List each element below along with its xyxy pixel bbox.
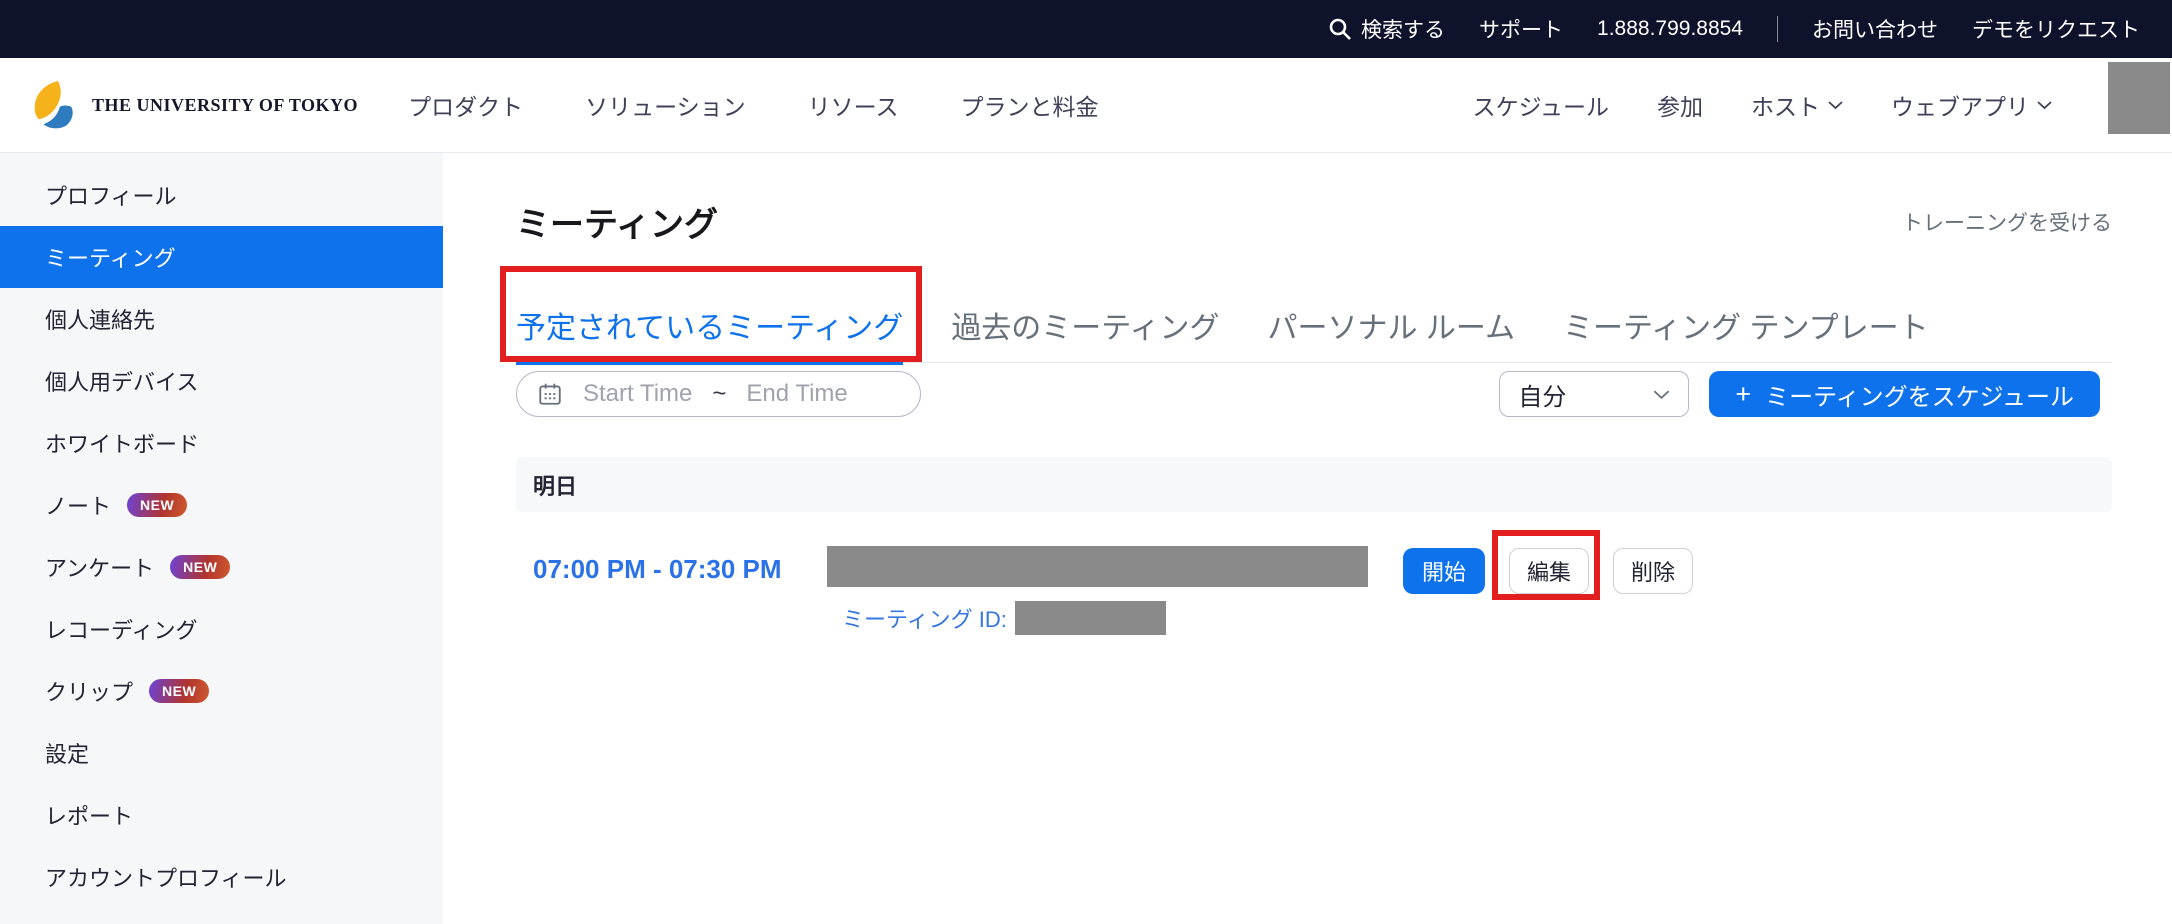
start-meeting-button[interactable]: 開始 bbox=[1403, 548, 1485, 594]
sidebar-item-recordings[interactable]: レコーディング bbox=[0, 598, 443, 660]
calendar-icon bbox=[537, 381, 563, 407]
tab-upcoming-meetings[interactable]: 予定されているミーティング bbox=[516, 303, 903, 365]
nav-item-join[interactable]: 参加 bbox=[1657, 88, 1703, 122]
zoom-web-portal: 検索する サポート 1.888.799.8854 お問い合わせ デモをリクエスト… bbox=[0, 0, 2172, 924]
sidebar-item-whiteboard[interactable]: ホワイトボード bbox=[0, 412, 443, 474]
meeting-id-label: ミーティング ID: bbox=[842, 602, 1007, 634]
sidebar-item-account-profile[interactable]: アカウントプロフィール bbox=[0, 846, 443, 908]
nav-item-schedule[interactable]: スケジュール bbox=[1473, 88, 1609, 122]
request-demo-link[interactable]: デモをリクエスト bbox=[1972, 14, 2140, 44]
host-filter-select[interactable]: 自分 bbox=[1499, 371, 1689, 417]
topbar-divider bbox=[1777, 16, 1778, 42]
chevron-down-icon bbox=[2037, 100, 2052, 110]
date-section-header: 明日 bbox=[516, 457, 2112, 512]
end-time-placeholder: End Time bbox=[746, 380, 847, 408]
phone-number[interactable]: 1.888.799.8854 bbox=[1597, 17, 1743, 41]
plus-icon: + bbox=[1735, 381, 1751, 408]
support-link[interactable]: サポート bbox=[1479, 14, 1563, 44]
ginkgo-leaf-logo-icon bbox=[30, 78, 80, 132]
page-head: ミーティング トレーニングを受ける bbox=[516, 197, 2112, 246]
get-training-link[interactable]: トレーニングを受ける bbox=[1902, 207, 2112, 237]
new-badge: NEW bbox=[149, 679, 209, 703]
nav-item-solutions[interactable]: ソリューション bbox=[585, 88, 746, 122]
sidebar-item-reports[interactable]: レポート bbox=[0, 784, 443, 846]
redacted-meeting-id bbox=[1015, 601, 1166, 635]
tab-previous-meetings[interactable]: 過去のミーティング bbox=[951, 303, 1219, 363]
meeting-id-row: ミーティング ID: bbox=[842, 601, 1166, 635]
tab-meeting-templates[interactable]: ミーティング テンプレート bbox=[1563, 303, 1929, 363]
nav-item-products[interactable]: プロダクト bbox=[408, 88, 523, 122]
search-icon bbox=[1328, 17, 1352, 41]
main-navbar: THE UNIVERSITY OF TOKYO プロダクト ソリューション リソ… bbox=[0, 58, 2172, 153]
sidebar-item-clips[interactable]: クリップ NEW bbox=[0, 660, 443, 722]
tab-personal-room[interactable]: パーソナル ルーム bbox=[1268, 303, 1515, 363]
meeting-time-link[interactable]: 07:00 PM - 07:30 PM bbox=[533, 554, 782, 585]
sidebar-item-settings[interactable]: 設定 bbox=[0, 722, 443, 784]
contact-link[interactable]: お問い合わせ bbox=[1812, 14, 1938, 44]
page-title: ミーティング bbox=[516, 197, 718, 246]
sidebar-item-personal-contacts[interactable]: 個人連絡先 bbox=[0, 288, 443, 350]
host-filter-value: 自分 bbox=[1518, 377, 1566, 412]
schedule-meeting-button[interactable]: + ミーティングをスケジュール bbox=[1709, 371, 2100, 417]
new-badge: NEW bbox=[170, 555, 230, 579]
meeting-list-item: 07:00 PM - 07:30 PM ミーティング ID: 開始 編集 削除 bbox=[443, 546, 2172, 646]
logo-text: THE UNIVERSITY OF TOKYO bbox=[92, 95, 358, 116]
sidebar-item-personal-devices[interactable]: 個人用デバイス bbox=[0, 350, 443, 412]
sidebar-item-notes[interactable]: ノート NEW bbox=[0, 474, 443, 536]
date-range-input[interactable]: Start Time ~ End Time bbox=[516, 371, 921, 417]
university-of-tokyo-logo[interactable]: THE UNIVERSITY OF TOKYO bbox=[30, 78, 358, 132]
search-label: 検索する bbox=[1361, 14, 1445, 44]
nav-item-host[interactable]: ホスト bbox=[1751, 88, 1843, 122]
nav-item-web-app[interactable]: ウェブアプリ bbox=[1891, 88, 2052, 122]
sidebar-item-profile[interactable]: プロフィール bbox=[0, 164, 443, 226]
nav-item-plans-pricing[interactable]: プランと料金 bbox=[960, 88, 1098, 122]
delete-meeting-button[interactable]: 削除 bbox=[1613, 548, 1693, 594]
nav-actions: スケジュール 参加 ホスト ウェブアプリ bbox=[1473, 88, 2052, 122]
start-time-placeholder: Start Time bbox=[583, 380, 692, 408]
filter-row: Start Time ~ End Time 自分 + ミーティングをスケジュール bbox=[516, 371, 2100, 417]
section-label: 明日 bbox=[533, 469, 577, 501]
search-link[interactable]: 検索する bbox=[1328, 14, 1445, 44]
new-badge: NEW bbox=[127, 493, 187, 517]
redacted-user-avatar[interactable] bbox=[2108, 62, 2170, 134]
main-content: ミーティング トレーニングを受ける 予定されているミーティング 過去のミーティン… bbox=[443, 153, 2172, 924]
meetings-tabs: 予定されているミーティング 過去のミーティング パーソナル ルーム ミーティング… bbox=[516, 303, 2112, 363]
chevron-down-icon bbox=[1828, 100, 1843, 110]
nav-menu: プロダクト ソリューション リソース プランと料金 bbox=[408, 88, 1098, 122]
meeting-actions: 開始 編集 削除 bbox=[1403, 548, 1693, 594]
sidebar-item-surveys[interactable]: アンケート NEW bbox=[0, 536, 443, 598]
edit-meeting-button[interactable]: 編集 bbox=[1509, 548, 1589, 594]
range-separator: ~ bbox=[712, 380, 726, 408]
sidebar: プロフィール ミーティング 個人連絡先 個人用デバイス ホワイトボード ノート … bbox=[0, 153, 443, 924]
redacted-meeting-topic bbox=[827, 546, 1368, 587]
top-utility-bar: 検索する サポート 1.888.799.8854 お問い合わせ デモをリクエスト bbox=[0, 0, 2172, 58]
nav-item-resources[interactable]: リソース bbox=[808, 88, 899, 122]
chevron-down-icon bbox=[1653, 389, 1670, 400]
sidebar-item-meetings[interactable]: ミーティング bbox=[0, 226, 443, 288]
